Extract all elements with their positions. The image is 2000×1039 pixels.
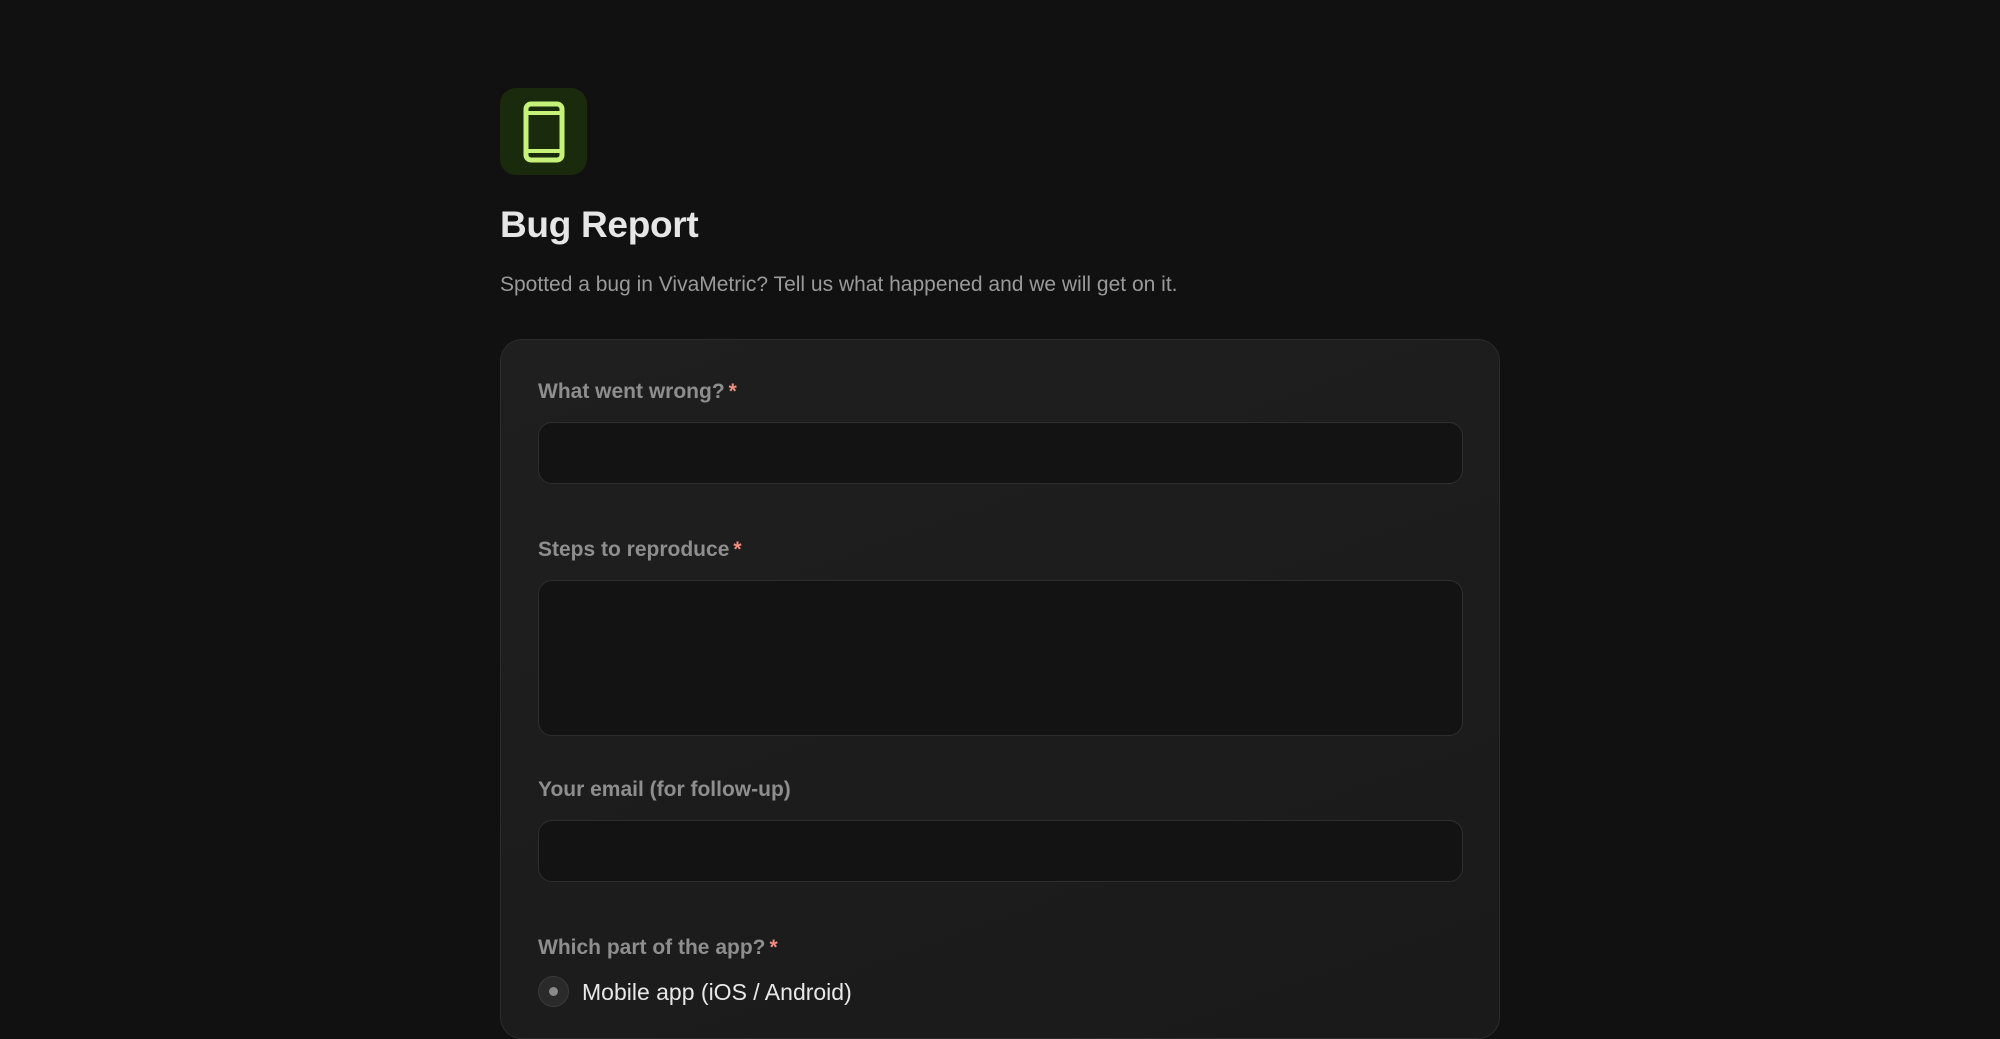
- field-label-email: Your email (for follow-up): [538, 776, 1462, 804]
- app-logo: [500, 88, 587, 175]
- required-marker: *: [733, 538, 742, 561]
- mobile-phone-icon: [523, 101, 564, 162]
- field-label-text: Your email (for follow-up): [538, 778, 791, 801]
- required-marker: *: [728, 380, 737, 403]
- field-label-what-went-wrong: What went wrong? *: [538, 378, 1462, 406]
- field-label-text: Which part of the app?: [538, 936, 766, 959]
- field-label-app-part: Which part of the app? *: [538, 934, 1462, 962]
- page-container: Bug Report Spotted a bug in VivaMetric? …: [500, 88, 1500, 1039]
- field-label-text: What went wrong?: [538, 380, 725, 403]
- radio-button[interactable]: [538, 976, 569, 1007]
- radio-option-mobile-app[interactable]: Mobile app (iOS / Android): [538, 976, 1462, 1007]
- required-marker: *: [769, 936, 778, 959]
- email-input[interactable]: [538, 820, 1463, 882]
- radio-option-label[interactable]: Mobile app (iOS / Android): [582, 977, 852, 1007]
- field-label-steps-to-reproduce: Steps to reproduce *: [538, 536, 1462, 564]
- page-subtitle: Spotted a bug in VivaMetric? Tell us wha…: [500, 273, 1178, 296]
- field-label-text: Steps to reproduce: [538, 538, 730, 561]
- page-title: Bug Report: [500, 204, 699, 245]
- form-card: What went wrong? * Steps to reproduce * Yo…: [500, 339, 1500, 1039]
- steps-to-reproduce-textarea[interactable]: [538, 580, 1463, 736]
- what-went-wrong-input[interactable]: [538, 422, 1463, 484]
- radio-dot: [549, 987, 558, 996]
